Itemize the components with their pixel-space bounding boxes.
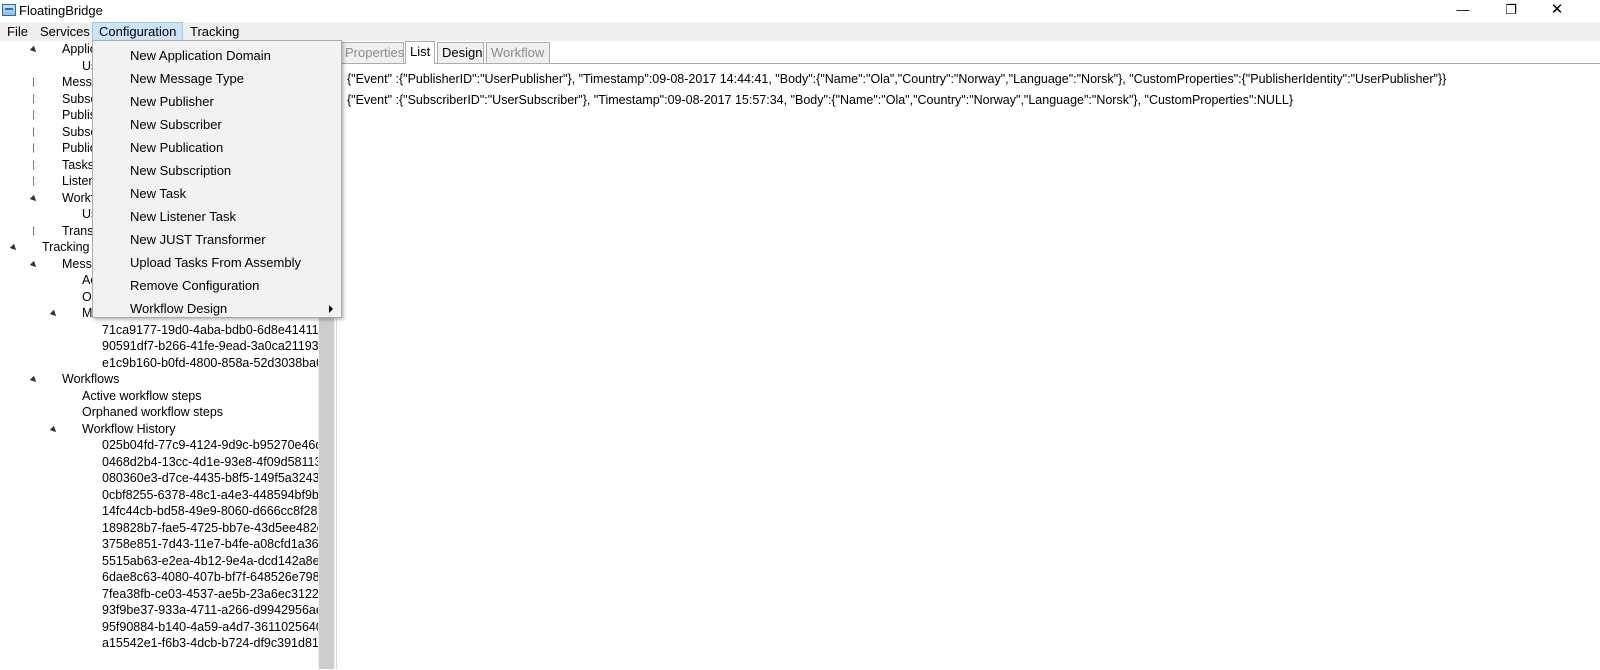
menu-configuration[interactable]: Configuration bbox=[92, 22, 184, 41]
collapsed-arrow-fill bbox=[34, 111, 39, 119]
tree-item-label: 189828b7-fae5-4725-bb7e-43d5ee482d35 bbox=[102, 520, 318, 535]
collapsed-arrow-fill bbox=[34, 177, 39, 185]
tab-list[interactable]: List bbox=[405, 41, 435, 64]
collapsed-arrow-icon[interactable] bbox=[33, 93, 39, 104]
expanded-arrow-icon[interactable] bbox=[9, 243, 19, 253]
menu-item-new-subscriber[interactable]: New Subscriber bbox=[93, 114, 341, 136]
tree-item-label: Active workflow steps bbox=[82, 388, 202, 403]
menu-item-new-publication[interactable]: New Publication bbox=[93, 137, 341, 159]
expanded-arrow-icon[interactable] bbox=[29, 45, 39, 55]
menu-item-new-publisher[interactable]: New Publisher bbox=[93, 91, 341, 113]
tree-item-label: 5515ab63-e2ea-4b12-9e4a-dcd142a8ed17 bbox=[102, 553, 318, 568]
tree-item-label: 14fc44cb-bd58-49e9-8060-d666cc8f285e bbox=[102, 504, 318, 518]
collapsed-arrow-fill bbox=[34, 226, 39, 235]
collapsed-arrow-fill bbox=[34, 94, 39, 103]
tab-design[interactable]: Design bbox=[437, 42, 484, 63]
menu-item-new-message-type[interactable]: New Message Type bbox=[93, 68, 341, 90]
tree-item-label: Orphaned workflow steps bbox=[82, 405, 224, 419]
minimize-button[interactable]: — bbox=[1440, 0, 1486, 22]
tree-item-label: 90591df7-b266-41fe-9ead-3a0ca21193aa bbox=[102, 339, 318, 353]
menu-item-workflow-design-label: Workflow Design bbox=[130, 301, 228, 316]
tree-item-label: Tasks bbox=[62, 157, 94, 172]
collapsed-arrow-fill bbox=[34, 127, 39, 136]
restore-button[interactable]: ❐ bbox=[1488, 0, 1534, 22]
collapsed-arrow-fill bbox=[34, 160, 39, 169]
collapsed-arrow-fill bbox=[34, 78, 39, 86]
list-content: {"Event" :{"PublisherID":"UserPublisher"… bbox=[341, 63, 1600, 670]
submenu-arrow-icon bbox=[329, 305, 333, 313]
tree-item-label: Tracking bbox=[42, 240, 90, 254]
tree-item-label: 3758e851-7d43-11e7-b4fe-a08cfd1a3662 bbox=[102, 537, 318, 551]
menu-item-new-just-transformer[interactable]: New JUST Transformer bbox=[93, 229, 341, 251]
expanded-arrow-icon[interactable] bbox=[49, 425, 59, 434]
menu-bar: File Services Configuration Tracking bbox=[0, 22, 1600, 41]
configuration-menu-dropdown: New Application Domain New Message Type … bbox=[92, 40, 342, 318]
menu-tracking[interactable]: Tracking bbox=[184, 22, 245, 41]
collapsed-arrow-fill bbox=[34, 144, 39, 152]
expanded-arrow-icon[interactable] bbox=[49, 309, 59, 319]
menu-item-new-task[interactable]: New Task bbox=[93, 183, 341, 205]
menu-item-new-subscription[interactable]: New Subscription bbox=[93, 160, 341, 182]
menu-item-new-application-domain[interactable]: New Application Domain bbox=[93, 45, 341, 67]
tree-item-label: 7fea38fb-ce03-4537-ae5b-23a6ec312248 bbox=[102, 586, 318, 601]
tree-item-label: Workflow History bbox=[82, 421, 176, 436]
tab-workflow[interactable]: Workflow bbox=[486, 42, 550, 63]
collapsed-arrow-icon[interactable] bbox=[33, 126, 39, 137]
close-button[interactable]: ✕ bbox=[1534, 0, 1580, 22]
title-bar: FloatingBridge — ❐ ✕ bbox=[0, 0, 1600, 22]
tree-item-label: 93f9be37-933a-4711-a266-d9942956ae65 bbox=[102, 603, 318, 617]
tree-item-label: a15542e1-f6b3-4dcb-b724-df9c391d8168 bbox=[102, 636, 318, 650]
menu-services[interactable]: Services bbox=[34, 22, 96, 41]
tree-item-label: 025b04fd-77c9-4124-9d9c-b95270e46d80 bbox=[102, 438, 318, 452]
tree-item-label: e1c9b160-b0fd-4800-858a-52d3038ba016 bbox=[102, 355, 318, 370]
tree-item-label: 95f90884-b140-4a59-a4d7-36110256405c bbox=[102, 619, 318, 634]
tree-item-label: 6dae8c63-4080-407b-bf7f-648526e79814 bbox=[102, 570, 318, 584]
menu-item-remove-configuration[interactable]: Remove Configuration bbox=[93, 275, 341, 297]
expanded-arrow-icon[interactable] bbox=[29, 260, 39, 269]
tree-item-label: 0cbf8255-6378-48c1-a4e3-448594bf9b1d bbox=[102, 487, 318, 502]
tree-item-label: 71ca9177-19d0-4aba-bdb0-6d8e414114d4 bbox=[102, 322, 318, 337]
list-item[interactable]: {"Event" :{"SubscriberID":"UserSubscribe… bbox=[347, 93, 1293, 107]
menu-item-upload-tasks-from-assembly[interactable]: Upload Tasks From Assembly bbox=[93, 252, 341, 274]
collapsed-arrow-icon[interactable] bbox=[33, 77, 39, 87]
menu-file[interactable]: File bbox=[1, 22, 34, 41]
collapsed-arrow-icon[interactable] bbox=[33, 110, 39, 120]
expanded-arrow-icon[interactable] bbox=[29, 194, 39, 203]
collapsed-arrow-icon[interactable] bbox=[33, 176, 39, 186]
expanded-arrow-icon[interactable] bbox=[29, 375, 39, 385]
window-title: FloatingBridge bbox=[19, 3, 103, 18]
list-item[interactable]: {"Event" :{"PublisherID":"UserPublisher"… bbox=[347, 72, 1446, 86]
menu-item-workflow-design[interactable]: Workflow Design bbox=[93, 298, 341, 320]
tree-item-label: 080360e3-d7ce-4435-b8f5-149f5a324361 bbox=[102, 471, 318, 485]
tree-item-label: Workflows bbox=[62, 372, 120, 386]
menu-item-new-listener-task[interactable]: New Listener Task bbox=[93, 206, 341, 228]
collapsed-arrow-icon[interactable] bbox=[33, 159, 39, 170]
collapsed-arrow-icon[interactable] bbox=[33, 225, 39, 236]
collapsed-arrow-icon[interactable] bbox=[33, 143, 39, 153]
tree-item-label: 0468d2b4-13cc-4d1e-93e8-4f09d58113ee bbox=[102, 454, 318, 469]
tab-properties[interactable]: Properties bbox=[340, 42, 404, 63]
app-icon bbox=[2, 4, 16, 16]
